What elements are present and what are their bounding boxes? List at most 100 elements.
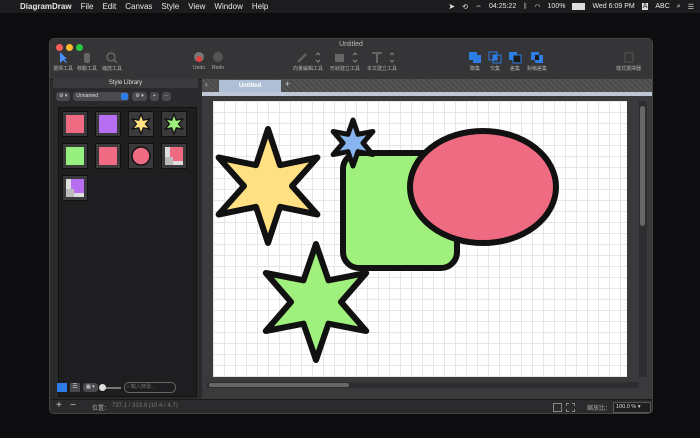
horizontal-scrollbar[interactable] xyxy=(207,382,639,388)
zoom-label: 縮放比： xyxy=(587,406,612,412)
style-action-button[interactable]: ⚙ ▾ xyxy=(132,92,147,101)
swatch-preview xyxy=(66,179,84,197)
menu-window[interactable]: Window xyxy=(214,2,242,11)
tab-back-icon[interactable]: ‹ xyxy=(205,80,208,89)
style-swatch[interactable] xyxy=(62,175,88,201)
shape-icon xyxy=(335,52,358,63)
undo-button[interactable]: Undo xyxy=(192,51,206,71)
style-swatch[interactable] xyxy=(62,111,88,137)
style-swatch[interactable] xyxy=(161,111,187,137)
battery-icon[interactable] xyxy=(572,3,586,10)
input-source-label[interactable]: ABC xyxy=(655,3,669,10)
zoom-select[interactable]: 100.0 % ▾ xyxy=(613,402,651,413)
text-tool-button[interactable]: 本文建立工具 xyxy=(367,51,397,72)
style-swatch[interactable] xyxy=(95,143,121,169)
swatch-preview xyxy=(130,112,152,136)
union-icon xyxy=(469,52,481,63)
swatch-grid xyxy=(58,107,197,397)
title-toolbar: Untitled 選擇工具 移動工具 縮放工具 Undo Redo 向量編輯工具… xyxy=(50,39,652,80)
clock-readout[interactable]: 04:25:22 xyxy=(489,3,516,10)
style-library-panel: Style Library ⚙ ▾ Unnamed ⚙ ▾ + − xyxy=(53,79,198,399)
exclusive-button[interactable]: 對稱差集 xyxy=(527,51,547,72)
style-picker-button[interactable]: 樣式選擇器 xyxy=(616,51,641,72)
swatch-preview xyxy=(99,147,117,165)
menu-style[interactable]: Style xyxy=(161,2,179,11)
menu-view[interactable]: View xyxy=(188,2,205,11)
wifi-icon[interactable]: ◠ xyxy=(534,3,540,11)
difference-button[interactable]: 差集 xyxy=(508,51,522,72)
arrows-icon[interactable]: ⇔ xyxy=(475,3,482,10)
drawing-canvas[interactable] xyxy=(213,101,627,377)
search-icon[interactable]: ⌕ xyxy=(677,3,681,11)
vertical-scroll-thumb[interactable] xyxy=(640,106,645,226)
magnifier-icon: ⌕ xyxy=(126,384,130,390)
menu-bar: DiagramDraw File Edit Canvas Style View … xyxy=(0,0,700,13)
style-swatch[interactable] xyxy=(161,143,187,169)
size-slider[interactable] xyxy=(98,383,121,391)
bluetooth-icon[interactable]: ᛒ xyxy=(523,3,527,10)
style-swatch[interactable] xyxy=(128,143,154,169)
add-style-button[interactable]: + xyxy=(149,92,159,101)
menu-file[interactable]: File xyxy=(81,2,94,11)
ruler xyxy=(202,92,652,96)
remove-style-button[interactable]: − xyxy=(161,92,171,101)
intersect-button[interactable]: 交集 xyxy=(488,51,502,72)
pen-icon xyxy=(297,52,321,63)
move-tool-button[interactable]: 移動工具 xyxy=(77,51,97,72)
style-swatch[interactable] xyxy=(62,143,88,169)
document-tab[interactable]: Untitled xyxy=(219,80,281,92)
vertical-scrollbar[interactable] xyxy=(639,101,647,377)
style-search-field[interactable]: ⌕ 輸入搜尋... xyxy=(123,382,176,393)
grid-view-button[interactable] xyxy=(57,383,67,392)
vector-edit-tool-button[interactable]: 向量編輯工具 xyxy=(293,51,323,72)
swatch-preview xyxy=(66,147,84,165)
tab-bar: ‹ Untitled + xyxy=(202,79,652,92)
menu-edit[interactable]: Edit xyxy=(102,2,116,11)
swatch-preview xyxy=(163,112,185,136)
preset-select[interactable]: Unnamed xyxy=(73,92,130,101)
fit-width-icon[interactable] xyxy=(566,403,575,412)
style-swatch[interactable] xyxy=(128,111,154,137)
new-tab-button[interactable]: + xyxy=(285,79,290,89)
hand-icon xyxy=(84,53,90,63)
cursor-icon[interactable]: ➤ xyxy=(448,2,455,11)
control-center-icon[interactable]: ☰ xyxy=(688,3,694,11)
select-arrows-icon xyxy=(121,93,129,100)
list-view-button[interactable]: ☰ xyxy=(70,383,80,392)
select-tool-button[interactable]: 選擇工具 xyxy=(53,51,73,72)
zoom-tool-button[interactable]: 縮放工具 xyxy=(102,51,122,72)
yellow-star[interactable] xyxy=(215,126,321,246)
gear-menu-button[interactable]: ⚙ ▾ xyxy=(56,92,71,101)
slider-knob[interactable] xyxy=(98,383,106,391)
position-readout: 737.1 / 333.9 (10.4 / 4.7) xyxy=(112,403,178,409)
remove-page-button[interactable]: − xyxy=(70,400,76,411)
menu-canvas[interactable]: Canvas xyxy=(125,2,152,11)
arrow-cursor-icon xyxy=(60,52,67,63)
battery-readout[interactable]: 100% xyxy=(548,3,566,10)
fit-page-icon[interactable] xyxy=(553,403,562,412)
status-bar: + − 位置： 737.1 / 333.9 (10.4 / 4.7) 縮放比： … xyxy=(50,399,652,413)
pink-ellipse[interactable] xyxy=(407,128,559,246)
horizontal-scroll-thumb[interactable] xyxy=(209,383,349,387)
canvas-drawing xyxy=(215,117,559,363)
datetime[interactable]: Wed 6:09 PM xyxy=(592,3,634,10)
redo-button[interactable]: Redo xyxy=(211,51,225,71)
magnifier-icon xyxy=(106,52,118,64)
add-page-button[interactable]: + xyxy=(56,400,62,411)
style-swatch[interactable] xyxy=(95,111,121,137)
shape-tool-button[interactable]: 形狀建立工具 xyxy=(330,51,360,72)
document-area: ‹ Untitled + xyxy=(202,79,652,399)
text-icon xyxy=(372,52,395,63)
undo-icon xyxy=(194,52,204,62)
search-placeholder: 輸入搜尋... xyxy=(130,384,155,390)
sync-icon[interactable]: ⟲ xyxy=(462,3,468,11)
view-options-button[interactable]: ▦ ▾ xyxy=(83,383,98,392)
app-menu[interactable]: DiagramDraw xyxy=(20,2,72,11)
swatch-preview xyxy=(99,115,117,133)
menu-help[interactable]: Help xyxy=(252,2,268,11)
union-button[interactable]: 聯集 xyxy=(468,51,482,72)
style-library-footer: ☰ ▦ ▾ ⌕ 輸入搜尋... xyxy=(53,380,198,395)
position-label: 位置： xyxy=(92,406,111,412)
input-source-icon[interactable]: A xyxy=(641,3,649,10)
redo-icon xyxy=(213,52,223,62)
